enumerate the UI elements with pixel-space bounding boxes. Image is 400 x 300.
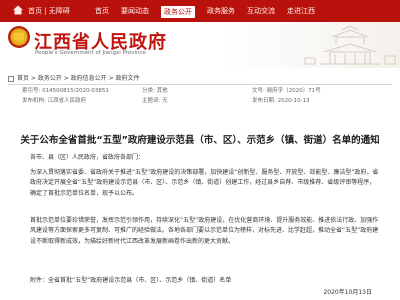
home-icon[interactable] [12, 4, 24, 16]
nav-item-home[interactable]: 首页 [95, 6, 109, 18]
nav-item-about-jiangxi[interactable]: 走进江西 [287, 6, 315, 18]
nav-item-government-affairs[interactable]: 政务公开 [161, 6, 195, 18]
nav-item-news[interactable]: 要闻动态 [121, 6, 149, 18]
divider [8, 84, 392, 85]
top-navigation-bar: 首页 | 无障碍 首页 要闻动态 政务公开 政务服务 互动交流 走进江西 [0, 0, 400, 22]
meta-org: 发布机构: 江西省人民政府 [22, 98, 87, 104]
site-subtitle: People's Government of Jiangxi Province [35, 50, 146, 56]
meta-doc-no: 文号: 赣府字〔2020〕71号 [252, 88, 321, 94]
nav-item-interaction[interactable]: 互动交流 [247, 6, 275, 18]
document-body: 各市、县（区）人民政府，省政府各部门： 为深入贯彻落实省委、省政府关于推进“五型… [30, 153, 380, 290]
breadcrumb: 首页 > 政务公开 > 政府信息公开 > 政府文件 [8, 73, 140, 82]
document-date: 2020年10月13日 [323, 289, 372, 296]
nav-item-services[interactable]: 政务服务 [207, 6, 235, 18]
meta-category: 分类: 其他 [142, 88, 168, 94]
meta-topic: 主题词: 无 [142, 98, 168, 104]
attachment-line[interactable]: 附件：全省首批“五型”政府建设示范县（市、区）、示范乡（镇、街道）名单 [30, 276, 380, 287]
home-accessibility-link[interactable]: 首页 | 无障碍 [28, 6, 70, 16]
paragraph-1: 为深入贯彻落实省委、省政府关于推进“五型”政府建设的决策部署，加快建设“创新型、… [30, 168, 379, 197]
breadcrumb-text[interactable]: 首页 > 政务公开 > 政府信息公开 > 政府文件 [17, 75, 140, 82]
document-meta: 索引号: 014500815/2020-03851 分类: 其他 文号: 赣府字… [22, 86, 382, 110]
tengwang-pavilion-illustration [304, 25, 396, 65]
main-nav: 首页 要闻动态 政务公开 政务服务 互动交流 走进江西 [95, 6, 315, 18]
paragraph-2: 首批示范单位要珍惜荣誉，发挥示范引领作用，持续深化“五型”政府建设，在优化营商环… [30, 216, 379, 245]
national-emblem-logo[interactable] [8, 26, 30, 48]
document-title: 关于公布全省首批“五型”政府建设示范县（市、区）、示范乡（镇、街道）名单的通知 [20, 135, 380, 146]
meta-date: 发布日期: 2020-10-13 [252, 98, 310, 104]
location-icon [8, 75, 14, 82]
salutation: 各市、县（区）人民政府，省政府各部门： [30, 154, 145, 161]
meta-index-no: 索引号: 014500815/2020-03851 [22, 88, 109, 94]
